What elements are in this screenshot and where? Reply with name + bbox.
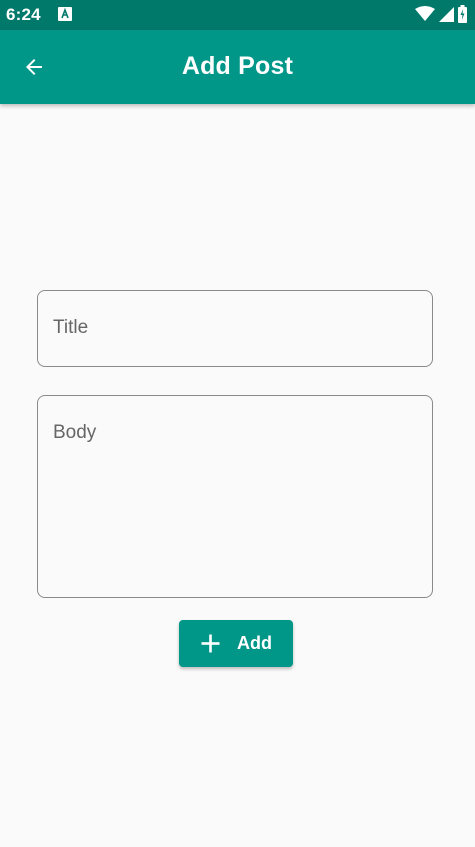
wifi-icon (415, 6, 435, 21)
add-button-label: Add (237, 633, 272, 653)
status-bar: 6:24 (0, 0, 475, 30)
page-title: Add Post (181, 52, 294, 80)
body-field[interactable]: Body (37, 395, 433, 598)
add-button[interactable]: Add (179, 620, 293, 667)
app-bar: Add Post (0, 30, 475, 104)
signal-icon (439, 7, 454, 22)
title-placeholder: Title (53, 317, 89, 338)
status-time: 6:24 (6, 5, 41, 24)
body-placeholder: Body (53, 422, 97, 443)
battery-icon (458, 5, 467, 23)
title-field[interactable]: Title (37, 290, 433, 367)
plus-icon (201, 634, 220, 653)
keyboard-a-icon (58, 7, 72, 21)
status-icons (415, 5, 467, 23)
